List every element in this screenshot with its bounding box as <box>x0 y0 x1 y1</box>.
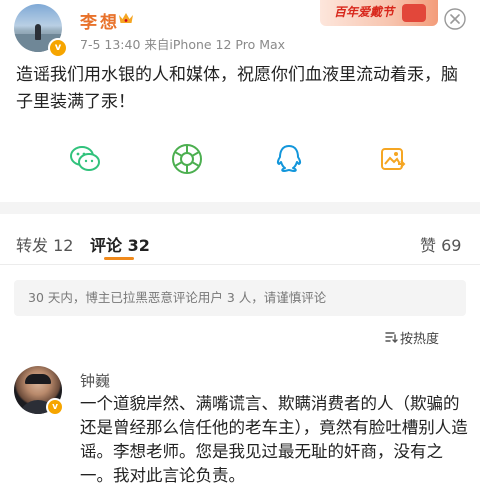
tab-comment[interactable]: 评论 32 <box>90 232 150 256</box>
author-name[interactable]: 李想 <box>80 8 120 33</box>
post-text: 造谣我们用水银的人和媒体，祝愿你们血液里流动着汞，脑子里装满了汞！ <box>16 65 458 112</box>
comment-text: 一个道貌岸然、满嘴谎言、欺瞒消费者的人（欺骗的还是曾经那么信任他的老车主），竟然… <box>80 394 468 485</box>
avatar-cap <box>25 374 51 384</box>
sort-icon[interactable] <box>384 330 398 344</box>
tab-repost[interactable]: 转发 12 <box>16 232 73 256</box>
banner-seal-icon <box>402 4 426 22</box>
section-divider <box>0 202 480 214</box>
banner-text: 百年爱戴节 <box>334 5 395 19</box>
qq-icon[interactable] <box>272 142 306 176</box>
tab-like[interactable]: 赞 69 <box>420 232 461 256</box>
post-meta: 7-5 13:40 来自iPhone 12 Pro Max <box>80 37 286 52</box>
tab-separator <box>0 264 480 265</box>
sort-by-hot-button[interactable]: 按热度 <box>400 328 439 347</box>
commenter-name[interactable]: 钟巍 <box>80 370 110 391</box>
active-tab-indicator <box>104 257 134 260</box>
close-icon[interactable] <box>444 8 466 30</box>
crown-icon <box>119 13 133 23</box>
verified-badge: v <box>48 38 68 58</box>
qzone-icon[interactable] <box>376 142 410 176</box>
wechat-icon[interactable] <box>68 142 102 176</box>
comment-notice: 30 天内，博主已拉黑恶意评论用户 3 人，请谨慎评论 <box>14 280 466 316</box>
commenter-verified-badge: v <box>46 398 64 416</box>
promo-banner[interactable]: 百年爱戴节 <box>320 0 438 26</box>
moments-icon[interactable] <box>170 142 204 176</box>
avatar-figure <box>35 24 41 40</box>
